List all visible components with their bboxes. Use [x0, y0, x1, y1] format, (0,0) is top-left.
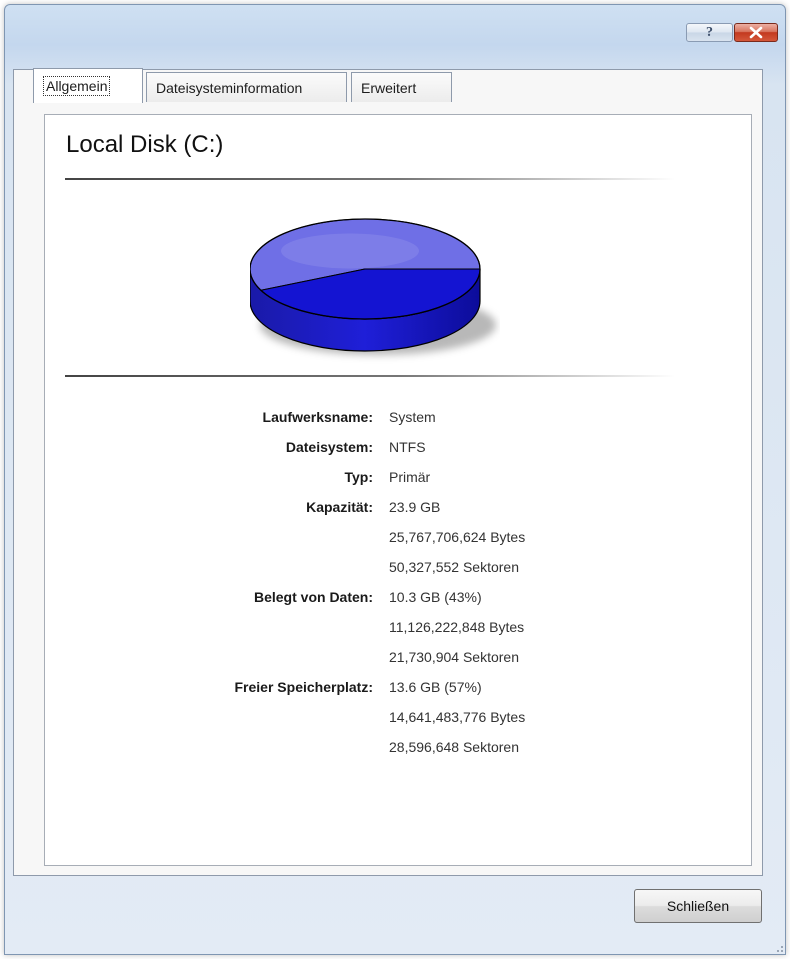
pie-svg	[249, 218, 496, 355]
value-free-gb: 13.6 GB (57%)	[389, 679, 482, 695]
label-capacity: Kapazität:	[306, 499, 373, 515]
info-row-capacity-sectors: 50,327,552 Sektoren	[45, 559, 753, 579]
value-capacity-sectors: 50,327,552 Sektoren	[389, 559, 519, 575]
drive-title: Local Disk (C:)	[66, 131, 224, 158]
window-close-button[interactable]	[734, 23, 778, 42]
value-used-gb: 10.3 GB (43%)	[389, 589, 482, 605]
info-row-capacity-bytes: 25,767,706,624 Bytes	[45, 529, 753, 549]
info-row-name: Laufwerksname: System	[45, 409, 753, 429]
value-capacity-gb: 23.9 GB	[389, 499, 441, 515]
label-drive-name: Laufwerksname:	[262, 409, 373, 425]
tab-label-erweitert: Erweitert	[361, 79, 417, 96]
info-row-type: Typ: Primär	[45, 469, 753, 489]
title-separator	[65, 178, 675, 180]
general-tab-content: Local Disk (C:) Laufwerksname: System Da…	[44, 114, 752, 866]
value-drive-name: System	[389, 409, 436, 425]
tab-erweitert[interactable]: Erweitert	[351, 72, 452, 102]
label-filesystem: Dateisystem:	[285, 439, 373, 455]
label-free: Freier Speicherplatz:	[234, 679, 374, 695]
value-used-sectors: 21,730,904 Sektoren	[389, 649, 519, 665]
info-row-used-bytes: 11,126,222,848 Bytes	[45, 619, 753, 639]
info-row-used: Belegt von Daten: 10.3 GB (43%)	[45, 589, 753, 609]
value-filesystem: NTFS	[389, 439, 426, 455]
tab-label-allgemein: Allgemein	[43, 76, 111, 96]
info-row-filesystem: Dateisystem: NTFS	[45, 439, 753, 459]
info-row-free-bytes: 14,641,483,776 Bytes	[45, 709, 753, 729]
info-row-free: Freier Speicherplatz: 13.6 GB (57%)	[45, 679, 753, 699]
help-icon: ?	[706, 24, 713, 40]
close-icon	[749, 26, 763, 39]
title-bar: ?	[5, 5, 785, 61]
resize-grip-icon[interactable]	[772, 941, 784, 953]
help-button[interactable]: ?	[686, 23, 733, 42]
label-type: Typ:	[344, 469, 373, 485]
pie-highlight	[281, 233, 419, 269]
close-button-label: Schließen	[666, 898, 730, 914]
tab-allgemein[interactable]: Allgemein	[33, 68, 143, 103]
value-used-bytes: 11,126,222,848 Bytes	[389, 619, 525, 635]
value-free-sectors: 28,596,648 Sektoren	[389, 739, 519, 755]
tab-label-dateisysteminformation: Dateisysteminformation	[156, 79, 303, 96]
value-capacity-bytes: 25,767,706,624 Bytes	[389, 529, 526, 545]
tab-strip: Allgemein Dateisysteminformation Erweite…	[29, 66, 489, 103]
info-row-free-sectors: 28,596,648 Sektoren	[45, 739, 753, 759]
info-row-capacity: Kapazität: 23.9 GB	[45, 499, 753, 519]
info-separator	[65, 375, 675, 377]
info-row-used-sectors: 21,730,904 Sektoren	[45, 649, 753, 669]
value-free-bytes: 14,641,483,776 Bytes	[389, 709, 526, 725]
value-type: Primär	[389, 469, 431, 485]
label-used: Belegt von Daten:	[253, 589, 373, 605]
close-button[interactable]: Schließen	[634, 889, 762, 923]
tab-dateisysteminformation[interactable]: Dateisysteminformation	[146, 72, 347, 102]
disk-usage-pie-chart	[249, 197, 500, 367]
